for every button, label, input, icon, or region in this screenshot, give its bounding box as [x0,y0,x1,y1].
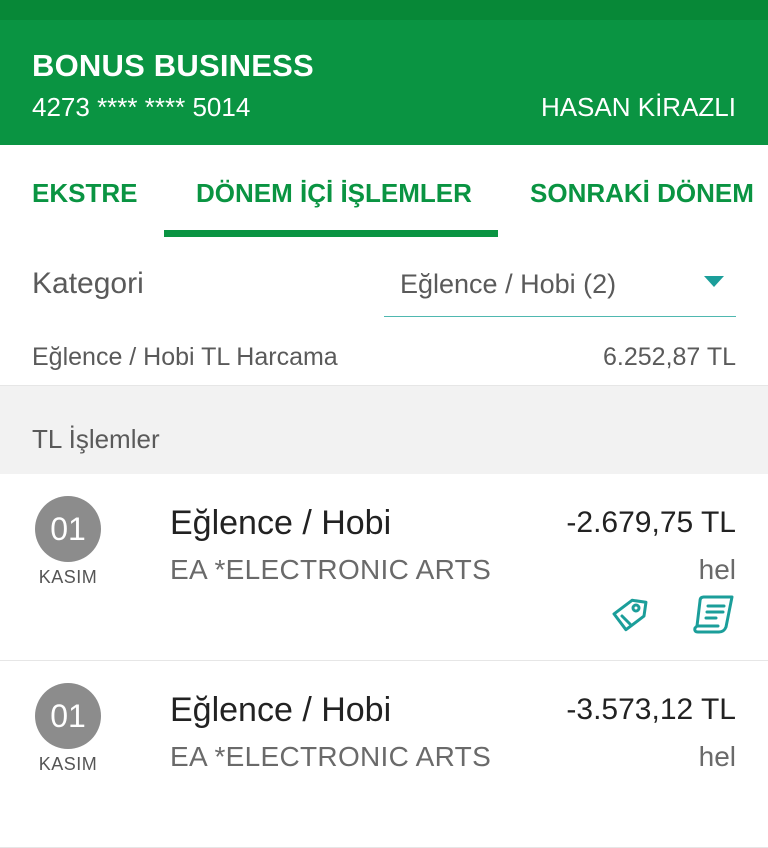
transaction-merchant: EA *ELECTRONIC ARTS [170,741,492,772]
transaction-note: hel [698,741,736,772]
category-label: Kategori [32,267,144,300]
date-badge: 01 [35,683,101,749]
status-bar [0,0,768,20]
dropdown-caret-icon [704,276,724,287]
card-header: BONUS BUSINESS 4273 **** **** 5014 HASAN… [0,20,768,145]
transaction-amount: -2.679,75 TL [566,506,736,539]
transaction-row[interactable]: 01 KASIM Eğlence / Hobi EA *ELECTRONIC A… [0,661,768,848]
transaction-note: hel [698,554,736,585]
card-name: BONUS BUSINESS [32,48,314,83]
section-title: TL İşlemler [32,424,160,454]
date-month: KASIM [38,567,98,587]
tag-icon[interactable] [608,594,650,636]
transaction-amount: -3.573,12 TL [566,693,736,726]
card-holder-name: HASAN KİRAZLI [540,92,736,122]
transaction-merchant: EA *ELECTRONIC ARTS [170,554,492,585]
tab-bar: EKSTRE DÖNEM İÇİ İŞLEMLER SONRAKİ DÖNEM [0,145,768,240]
active-tab-indicator [164,230,498,237]
section-header: TL İşlemler [0,385,768,475]
tab-sonraki-donem[interactable]: SONRAKİ DÖNEM [530,178,754,209]
transaction-category: Eğlence / Hobi [170,504,392,542]
category-dropdown[interactable]: Eğlence / Hobi (2) [384,240,736,317]
summary-value: 6.252,87 TL [603,343,736,371]
card-number: 4273 **** **** 5014 [32,92,251,122]
category-selected-value: Eğlence / Hobi (2) [400,269,617,299]
tab-donem-ici-islemler[interactable]: DÖNEM İÇİ İŞLEMLER [196,178,472,209]
receipt-icon[interactable] [692,593,736,635]
transaction-row[interactable]: 01 KASIM Eğlence / Hobi EA *ELECTRONIC A… [0,474,768,661]
transaction-category: Eğlence / Hobi [170,691,392,729]
date-month: KASIM [38,754,98,774]
category-filter-row: Kategori Eğlence / Hobi (2) [0,240,768,330]
date-badge: 01 [35,496,101,562]
summary-label: Eğlence / Hobi TL Harcama [32,343,338,371]
tab-ekstre[interactable]: EKSTRE [32,178,137,209]
spending-summary: Eğlence / Hobi TL Harcama 6.252,87 TL [0,330,768,385]
